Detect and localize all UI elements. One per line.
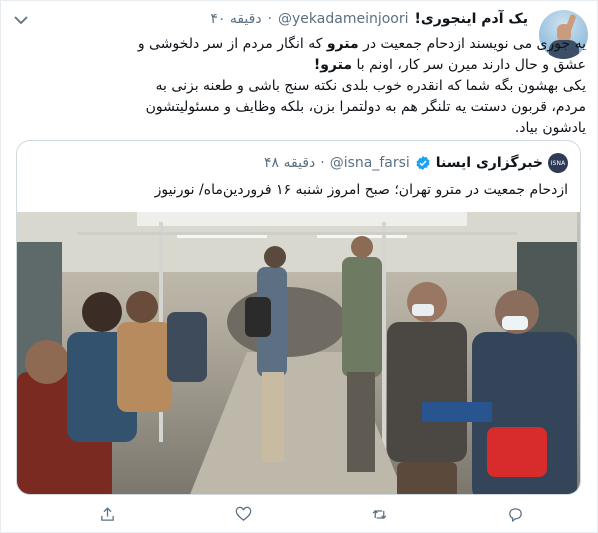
like-icon[interactable]	[231, 502, 255, 526]
quoted-tweet[interactable]: ISNA خبرگزاری ایسنا @isna_farsi · ۴۸ دقی…	[16, 140, 581, 495]
meta-separator: ·	[267, 11, 273, 27]
quoted-header: ISNA خبرگزاری ایسنا @isna_farsi · ۴۸ دقی…	[264, 153, 568, 173]
verified-badge-icon	[415, 155, 431, 171]
chevron-down-icon[interactable]	[12, 13, 30, 27]
quoted-time[interactable]: ۴۸ دقیقه	[264, 155, 315, 171]
quoted-display-name[interactable]: خبرگزاری ایسنا	[436, 155, 543, 171]
tweet-text-line: مردم، قربون دستت یه تلنگر هم به دولتمرا …	[145, 99, 586, 115]
metro-photo[interactable]	[17, 212, 580, 494]
tweet-text: یه جوری می نویسند ازدحام جمعیت در مترو ک…	[22, 34, 586, 139]
quoted-handle[interactable]: @isna_farsi	[330, 155, 410, 171]
author-display-name[interactable]: یک آدم اینجوری!	[415, 11, 529, 27]
comment-icon[interactable]	[504, 502, 528, 526]
tweet-header: یک آدم اینجوری! @yekadameinjoori · ۴۰ دق…	[210, 11, 528, 27]
quoted-text: ازدحام جمعیت در مترو تهران؛ صبح امروز شن…	[154, 182, 568, 198]
meta-separator: ·	[320, 155, 325, 171]
highlight-word: مترو	[326, 36, 359, 52]
tweet-actions	[95, 501, 528, 527]
tweet-text-line: یکی بهشون بگه شما که انقدره خوب بلدی نکت…	[155, 78, 586, 94]
retweet-icon[interactable]	[368, 502, 392, 526]
tweet-text-line: یه جوری می نویسند ازدحام جمعیت در مترو ک…	[137, 36, 586, 52]
highlight-word: مترو!	[313, 57, 353, 73]
author-handle[interactable]: @yekadameinjoori	[278, 11, 408, 27]
tweet-text-line: یادشون بیاد.	[514, 120, 586, 136]
quoted-avatar[interactable]: ISNA	[548, 153, 568, 173]
tweet-text-line: عشق و حال دارند میرن سر کار، اونم با متر…	[313, 57, 586, 73]
share-icon[interactable]	[95, 502, 119, 526]
tweet-time[interactable]: ۴۰ دقیقه	[210, 11, 261, 27]
